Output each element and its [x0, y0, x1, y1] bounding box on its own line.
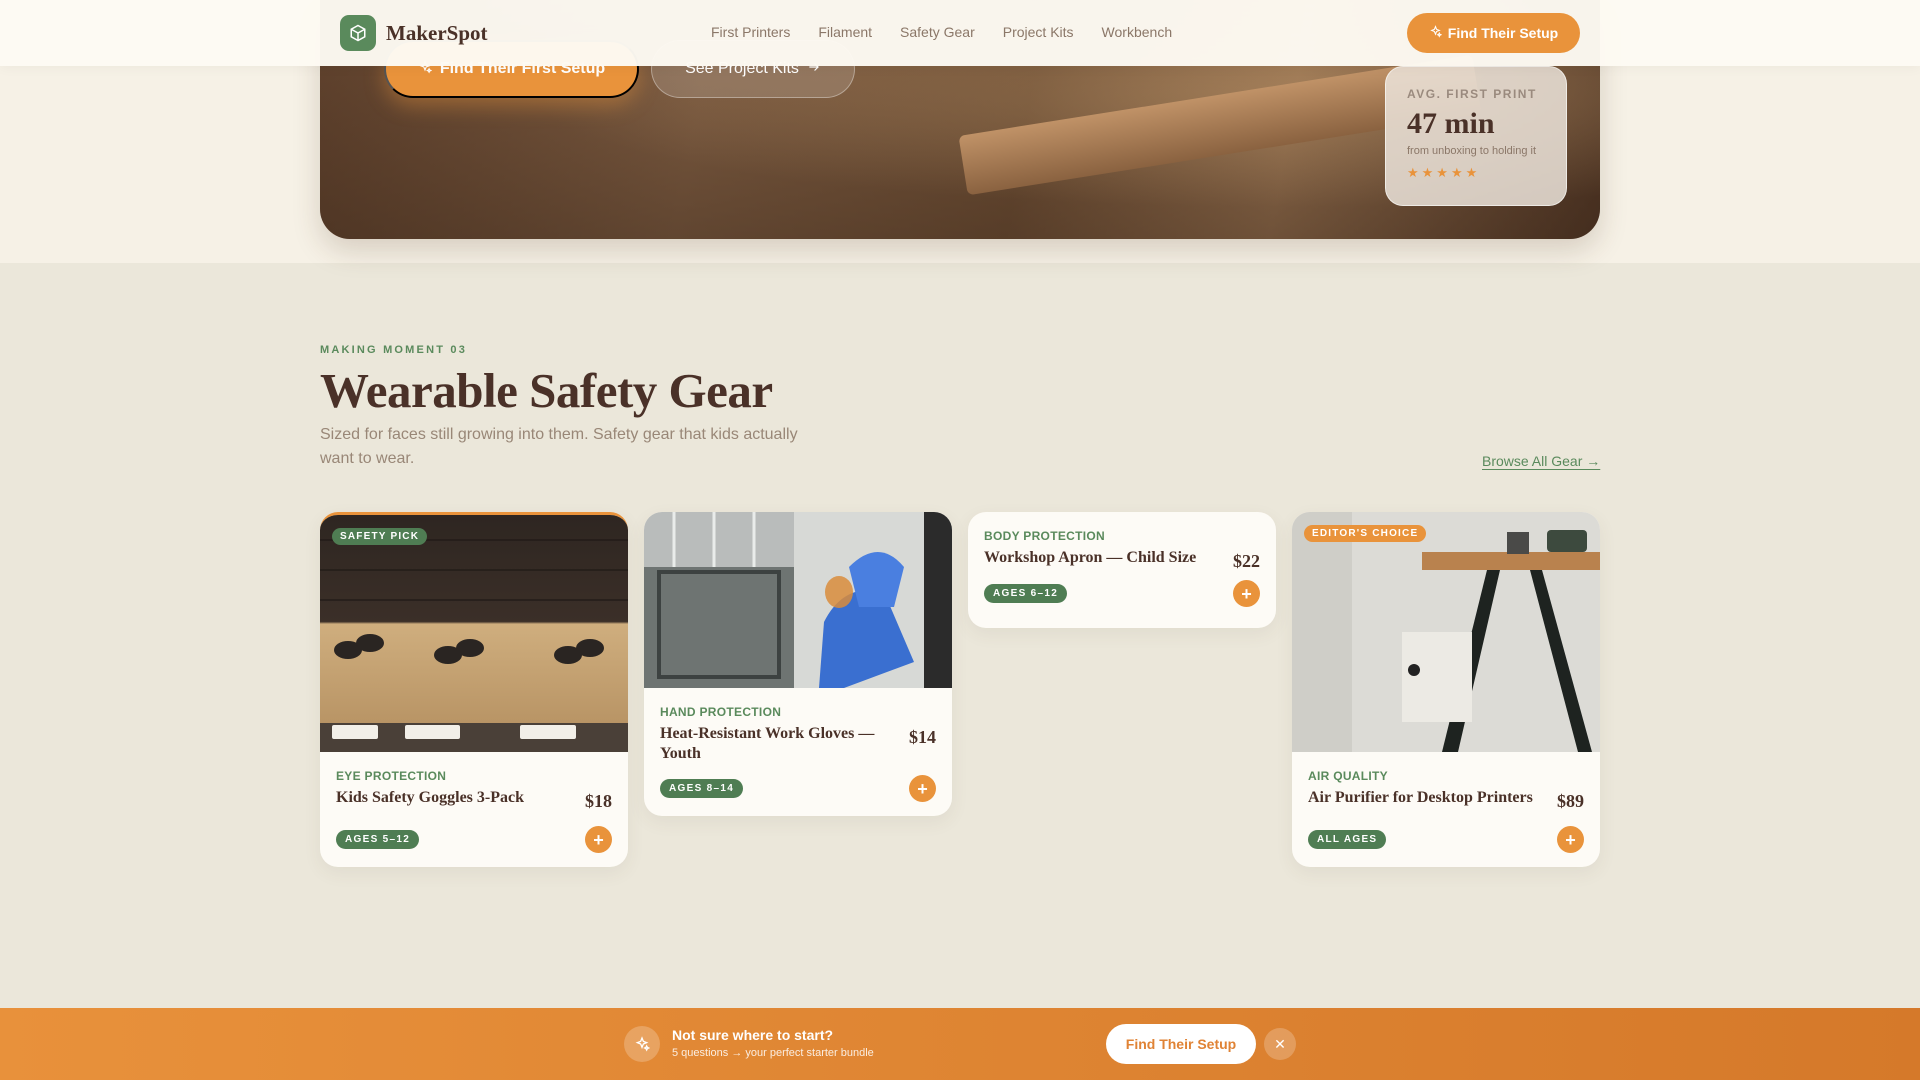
product-card-apron[interactable]: BODY PROTECTION Workshop Apron — Child S… [968, 512, 1276, 628]
air-purifier-image [1292, 512, 1600, 752]
nav-links: First Printers Filament Safety Gear Proj… [711, 24, 1172, 40]
section-eyebrow: MAKING MOMENT 03 [320, 344, 468, 356]
age-range-badge: AGES 5–12 [336, 830, 420, 849]
nav-link-first-printers[interactable]: First Printers [711, 24, 790, 40]
gloves-image [644, 512, 952, 688]
add-to-cart-button[interactable]: + [1233, 580, 1260, 607]
brand-name: MakerSpot [386, 20, 488, 45]
product-category: EYE PROTECTION [336, 769, 447, 783]
product-price: $14 [909, 727, 936, 747]
close-icon: ✕ [1274, 1035, 1286, 1052]
stat-subtitle: from unboxing to holding it [1407, 145, 1537, 157]
nav-link-workbench[interactable]: Workbench [1102, 24, 1173, 40]
product-name[interactable]: Air Purifier for Desktop Printers [1308, 788, 1538, 808]
product-name[interactable]: Heat-Resistant Work Gloves — Youth [660, 724, 890, 764]
plus-icon: + [593, 829, 604, 850]
nav-find-setup-label: Find Their Setup [1447, 25, 1559, 41]
brand-logo[interactable]: MakerSpot [340, 15, 488, 51]
stat-label: AVG. FIRST PRINT [1407, 87, 1537, 101]
safety-pick-badge: SAFETY PICK [332, 528, 428, 545]
plus-icon: + [1565, 829, 1576, 850]
product-card-goggles[interactable]: SAFETY PICK EYE PROTECTION Kids Safety G… [320, 512, 628, 867]
product-category: BODY PROTECTION [984, 529, 1105, 543]
age-range-badge: AGES 8–14 [660, 779, 744, 798]
banner-close-button[interactable]: ✕ [1264, 1028, 1296, 1060]
star-rating: ★★★★★ [1407, 165, 1481, 180]
browse-all-gear-link[interactable]: Browse All Gear → [1482, 453, 1600, 469]
banner-subtitle: 5 questions → your perfect starter bundl… [672, 1047, 874, 1059]
add-to-cart-button[interactable]: + [585, 826, 612, 853]
editors-choice-badge: EDITOR'S CHOICE [1304, 525, 1427, 542]
plus-icon: + [1241, 583, 1252, 604]
section-description: Sized for faces still growing into them.… [320, 426, 798, 467]
age-range-badge: AGES 6–12 [984, 584, 1068, 603]
setup-quiz-banner: Not sure where to start? 5 questions → y… [0, 1008, 1920, 1080]
add-to-cart-button[interactable]: + [1557, 826, 1584, 853]
nav-link-safety-gear[interactable]: Safety Gear [900, 24, 975, 40]
product-price: $18 [585, 791, 612, 811]
product-category: AIR QUALITY [1308, 769, 1388, 783]
banner-title: Not sure where to start? [672, 1027, 834, 1043]
product-card-air-purifier[interactable]: EDITOR'S CHOICE AIR QUALITY Air Purifier… [1292, 512, 1600, 867]
product-price: $22 [1233, 551, 1260, 571]
banner-find-setup-button[interactable]: Find Their Setup [1106, 1024, 1256, 1064]
plus-icon: + [917, 778, 928, 799]
top-navbar: MakerSpot First Printers Filament Safety… [0, 0, 1920, 66]
stat-value: 47 min [1407, 107, 1495, 140]
nav-link-project-kits[interactable]: Project Kits [1003, 24, 1074, 40]
goggles-image [320, 515, 628, 752]
age-range-badge: ALL AGES [1308, 830, 1387, 849]
product-card-gloves[interactable]: HAND PROTECTION Heat-Resistant Work Glov… [644, 512, 952, 816]
add-to-cart-button[interactable]: + [909, 775, 936, 802]
product-name[interactable]: Kids Safety Goggles 3-Pack [336, 788, 566, 808]
sparkle-icon [1429, 25, 1442, 41]
nav-find-setup-button[interactable]: Find Their Setup [1407, 13, 1580, 53]
product-category: HAND PROTECTION [660, 705, 782, 719]
cube-icon [340, 15, 376, 51]
first-print-stat-card: AVG. FIRST PRINT 47 min from unboxing to… [1385, 66, 1567, 206]
product-price: $89 [1557, 791, 1584, 811]
product-name[interactable]: Workshop Apron — Child Size [984, 548, 1214, 568]
nav-link-filament[interactable]: Filament [818, 24, 872, 40]
sparkle-icon [624, 1026, 660, 1062]
section-title: Wearable Safety Gear [320, 363, 773, 418]
